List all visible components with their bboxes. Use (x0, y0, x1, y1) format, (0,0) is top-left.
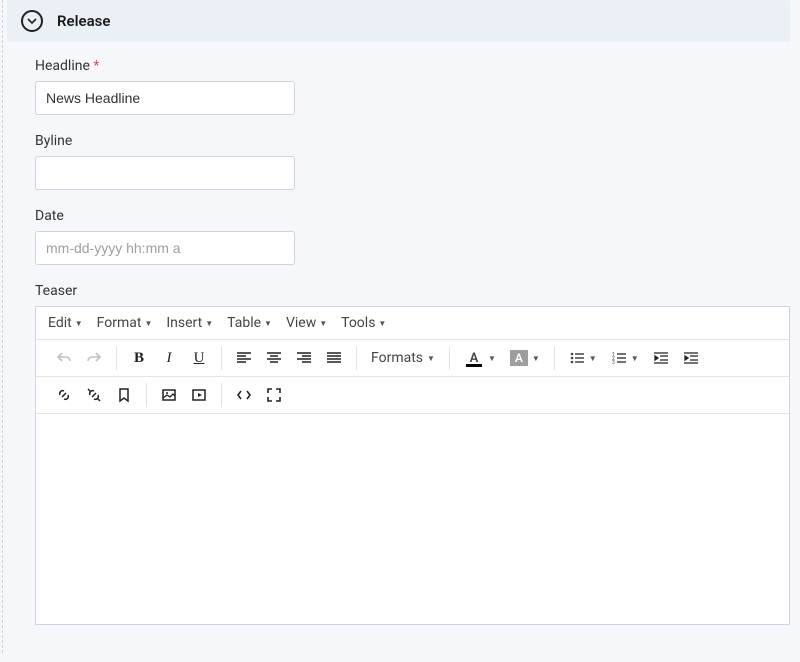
undo-button[interactable] (52, 346, 76, 370)
caret-down-icon: ▼ (532, 354, 540, 363)
caret-down-icon: ▼ (205, 319, 213, 328)
redo-button[interactable] (82, 346, 106, 370)
caret-down-icon: ▼ (264, 319, 272, 328)
highlight-color-button[interactable]: A ▼ (506, 346, 544, 370)
svg-text:3: 3 (612, 360, 615, 366)
caret-down-icon: ▼ (378, 319, 386, 328)
caret-down-icon: ▼ (427, 354, 435, 363)
code-icon (236, 387, 252, 403)
text-color-icon: A (464, 349, 484, 367)
indent-icon (683, 350, 699, 366)
formats-dropdown[interactable]: Formats▼ (367, 346, 439, 370)
underline-button[interactable]: U (187, 346, 211, 370)
outdent-button[interactable] (649, 346, 673, 370)
byline-label: Byline (35, 133, 790, 149)
bookmark-button[interactable] (112, 383, 136, 407)
menu-view[interactable]: View▼ (286, 315, 327, 331)
align-right-icon (296, 350, 312, 366)
highlight-color-icon: A (510, 350, 528, 366)
align-center-button[interactable] (262, 346, 286, 370)
field-teaser: Teaser Edit▼ Format▼ Insert▼ Table▼ View… (35, 283, 790, 625)
align-justify-button[interactable] (322, 346, 346, 370)
menu-format[interactable]: Format▼ (97, 315, 153, 331)
date-input[interactable] (35, 231, 295, 265)
align-center-icon (266, 350, 282, 366)
image-icon (161, 387, 177, 403)
insert-image-button[interactable] (157, 383, 181, 407)
section-title: Release (57, 12, 110, 30)
undo-icon (56, 350, 72, 366)
italic-button[interactable]: I (157, 346, 181, 370)
editor-toolbar-row-2 (36, 377, 789, 414)
byline-input[interactable] (35, 156, 295, 190)
bullet-list-button[interactable]: ▼ (565, 346, 601, 370)
link-icon (56, 387, 72, 403)
source-code-button[interactable] (232, 383, 256, 407)
teaser-label: Teaser (35, 283, 790, 299)
field-byline: Byline (35, 133, 790, 190)
field-headline: Headline * (35, 58, 790, 115)
caret-down-icon: ▼ (319, 319, 327, 328)
menu-edit[interactable]: Edit▼ (48, 315, 83, 331)
editor-content-area[interactable] (36, 414, 789, 624)
chevron-down-icon (26, 15, 38, 27)
bookmark-icon (116, 387, 132, 403)
menu-table[interactable]: Table▼ (227, 315, 272, 331)
align-justify-icon (326, 350, 342, 366)
fullscreen-button[interactable] (262, 383, 286, 407)
unlink-icon (86, 387, 102, 403)
caret-down-icon: ▼ (144, 319, 152, 328)
align-left-icon (236, 350, 252, 366)
headline-label: Headline * (35, 58, 790, 74)
section-header: Release (7, 0, 790, 42)
editor-menubar: Edit▼ Format▼ Insert▼ Table▼ View▼ Tools… (36, 307, 789, 340)
indent-button[interactable] (679, 346, 703, 370)
headline-input[interactable] (35, 81, 295, 115)
form-area: Headline * Byline Date Teaser Edit▼ Form… (7, 58, 790, 625)
caret-down-icon: ▼ (631, 354, 639, 363)
media-icon (191, 387, 207, 403)
date-label: Date (35, 208, 790, 224)
remove-link-button[interactable] (82, 383, 106, 407)
menu-insert[interactable]: Insert▼ (166, 315, 213, 331)
fullscreen-icon (266, 387, 282, 403)
menu-tools[interactable]: Tools▼ (341, 315, 386, 331)
insert-link-button[interactable] (52, 383, 76, 407)
field-date: Date (35, 208, 790, 265)
text-color-button[interactable]: A ▼ (460, 346, 500, 370)
bullet-list-icon (569, 350, 585, 366)
caret-down-icon: ▼ (589, 354, 597, 363)
caret-down-icon: ▼ (75, 319, 83, 328)
editor-toolbar-row-1: B I U Formats▼ A (36, 340, 789, 377)
collapse-toggle[interactable] (21, 10, 43, 32)
outdent-icon (653, 350, 669, 366)
bold-button[interactable]: B (127, 346, 151, 370)
align-right-button[interactable] (292, 346, 316, 370)
align-left-button[interactable] (232, 346, 256, 370)
caret-down-icon: ▼ (488, 354, 496, 363)
numbered-list-icon: 123 (611, 350, 627, 366)
insert-media-button[interactable] (187, 383, 211, 407)
numbered-list-button[interactable]: 123 ▼ (607, 346, 643, 370)
required-indicator: * (93, 58, 99, 74)
redo-icon (86, 350, 102, 366)
rich-text-editor: Edit▼ Format▼ Insert▼ Table▼ View▼ Tools… (35, 306, 790, 625)
